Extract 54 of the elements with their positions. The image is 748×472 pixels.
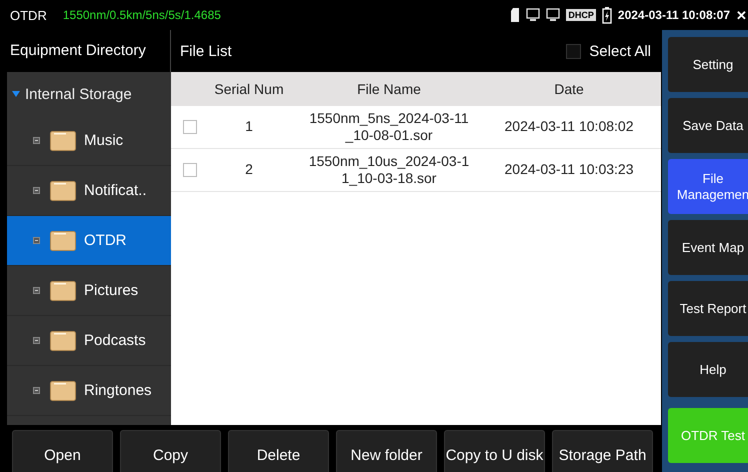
folder-item[interactable]: Music xyxy=(7,116,171,166)
expand-icon xyxy=(12,90,20,98)
clock: 2024-03-11 10:08:07 xyxy=(618,8,730,22)
action-button[interactable]: Delete xyxy=(228,430,329,472)
close-button[interactable]: ✕ xyxy=(736,8,748,22)
collapse-box-icon xyxy=(33,137,40,144)
test-parameters: 1550nm/0.5km/5ns/5s/1.4685 xyxy=(62,8,221,22)
folder-icon xyxy=(50,230,76,250)
app-name: OTDR xyxy=(10,8,47,22)
table-cell: 1 xyxy=(245,118,253,134)
row-checkbox[interactable] xyxy=(183,163,197,177)
column-header: Date xyxy=(553,81,585,97)
select-all-label: Select All xyxy=(589,42,651,60)
monitor-icon xyxy=(526,8,540,22)
table-cell-text: 1550nm_5ns_2024-03-11_10-08-01.sor xyxy=(308,110,470,144)
table-cell: 2024-03-11 10:03:23 xyxy=(504,161,634,177)
action-button[interactable]: Storage Path xyxy=(552,430,653,472)
folder-icon xyxy=(50,280,76,300)
folder-item[interactable]: OTDR xyxy=(7,216,171,266)
monitor-icon xyxy=(546,8,560,22)
row-checkbox[interactable] xyxy=(183,120,197,134)
table-cell: 2024-03-11 10:08:02 xyxy=(504,118,634,134)
folder-icon xyxy=(50,380,76,400)
column-header: Serial Num xyxy=(213,81,285,97)
menu-button[interactable]: Event Map xyxy=(668,220,748,275)
menu-button[interactable]: Test Report xyxy=(668,281,748,336)
table-cell: 2 xyxy=(245,161,253,177)
folder-icon xyxy=(50,330,76,350)
select-all-checkbox[interactable] xyxy=(566,44,582,58)
collapse-box-icon xyxy=(33,187,40,194)
collapse-box-icon xyxy=(33,337,40,344)
panel-title: File List xyxy=(180,42,232,60)
battery-charging-icon xyxy=(602,6,612,24)
folder-icon xyxy=(50,130,76,150)
menu-button[interactable]: Setting xyxy=(668,37,748,92)
dhcp-indicator: DHCP xyxy=(566,9,596,21)
folder-item[interactable]: Podcasts xyxy=(7,316,171,366)
folder-item[interactable]: Ringtones xyxy=(7,366,171,416)
action-button[interactable]: Open xyxy=(12,430,113,472)
collapse-box-icon xyxy=(33,287,40,294)
menu-button[interactable]: Help xyxy=(668,342,748,397)
sd-card-icon xyxy=(510,7,520,23)
menu-button[interactable]: File Managemen xyxy=(668,159,748,214)
table-cell-text: 1550nm_10us_2024-03-11_10-03-18.sor xyxy=(308,153,470,187)
column-header: File Name xyxy=(356,81,422,97)
collapse-box-icon xyxy=(33,237,40,244)
action-button[interactable]: New folder xyxy=(336,430,437,472)
action-button[interactable]: Copy to U disk xyxy=(444,430,545,472)
menu-button[interactable]: Save Data xyxy=(668,98,748,153)
collapse-box-icon xyxy=(33,387,40,394)
action-button[interactable]: Copy xyxy=(120,430,221,472)
folder-item[interactable]: Pictures xyxy=(7,266,171,316)
tree-item[interactable]: Internal Storage xyxy=(7,72,171,116)
folder-icon xyxy=(50,180,76,200)
